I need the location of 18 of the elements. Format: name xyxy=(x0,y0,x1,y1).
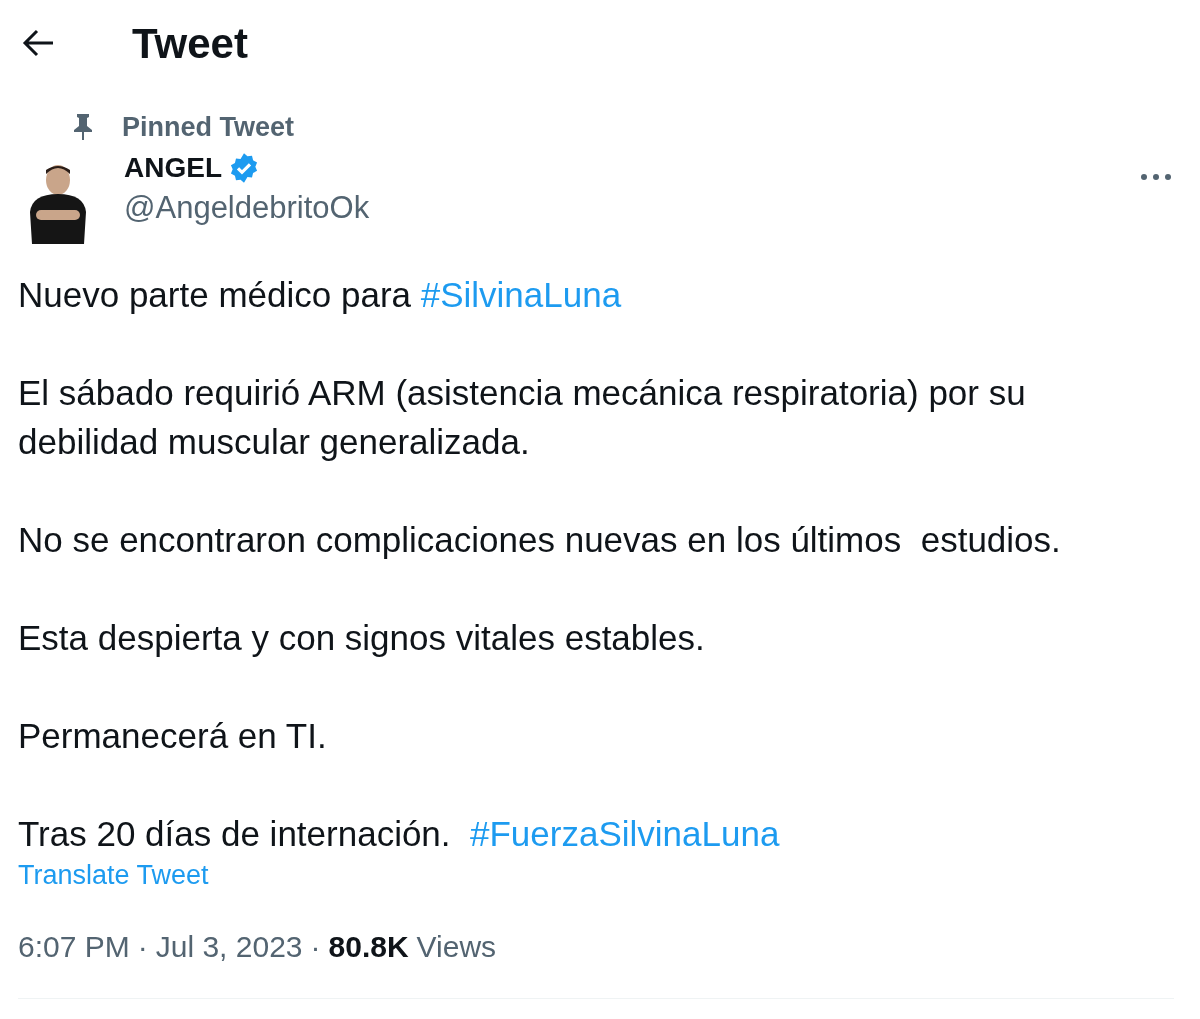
author-handle[interactable]: @AngeldebritoOk xyxy=(124,190,1136,226)
tweet-time[interactable]: 6:07 PM xyxy=(18,923,130,969)
pinned-label: Pinned Tweet xyxy=(122,110,295,144)
back-arrow-icon xyxy=(21,28,55,58)
tweet-paragraph: El sábado requirió ARM (asistencia mecánica respiratoria) por su debilidad muscular generalizada. xyxy=(18,372,1027,463)
tweet-date[interactable]: Jul 3, 2023 xyxy=(155,923,303,969)
views-label: Views xyxy=(416,928,497,965)
tweet-paragraph: Permanecerá en TI. xyxy=(18,715,328,757)
separator-dot: · xyxy=(310,928,321,965)
views-count: 80.8K xyxy=(328,928,409,965)
tweet-paragraph: Nuevo parte médico para #SilvinaLuna xyxy=(18,274,623,316)
author-name[interactable]: ANGEL xyxy=(124,147,222,189)
tweet-paragraph: No se encontraron complicaciones nuevas en los últimos estudios. xyxy=(18,519,1062,561)
tweet-paragraph: Esta despierta y con signos vitales estables. xyxy=(18,617,706,659)
tweet-paragraph: Tras 20 días de internación. #FuerzaSilvinaLuna xyxy=(18,813,781,855)
separator-dot: · xyxy=(137,928,148,965)
page-title: Tweet xyxy=(132,18,248,69)
pin-icon xyxy=(72,113,94,141)
